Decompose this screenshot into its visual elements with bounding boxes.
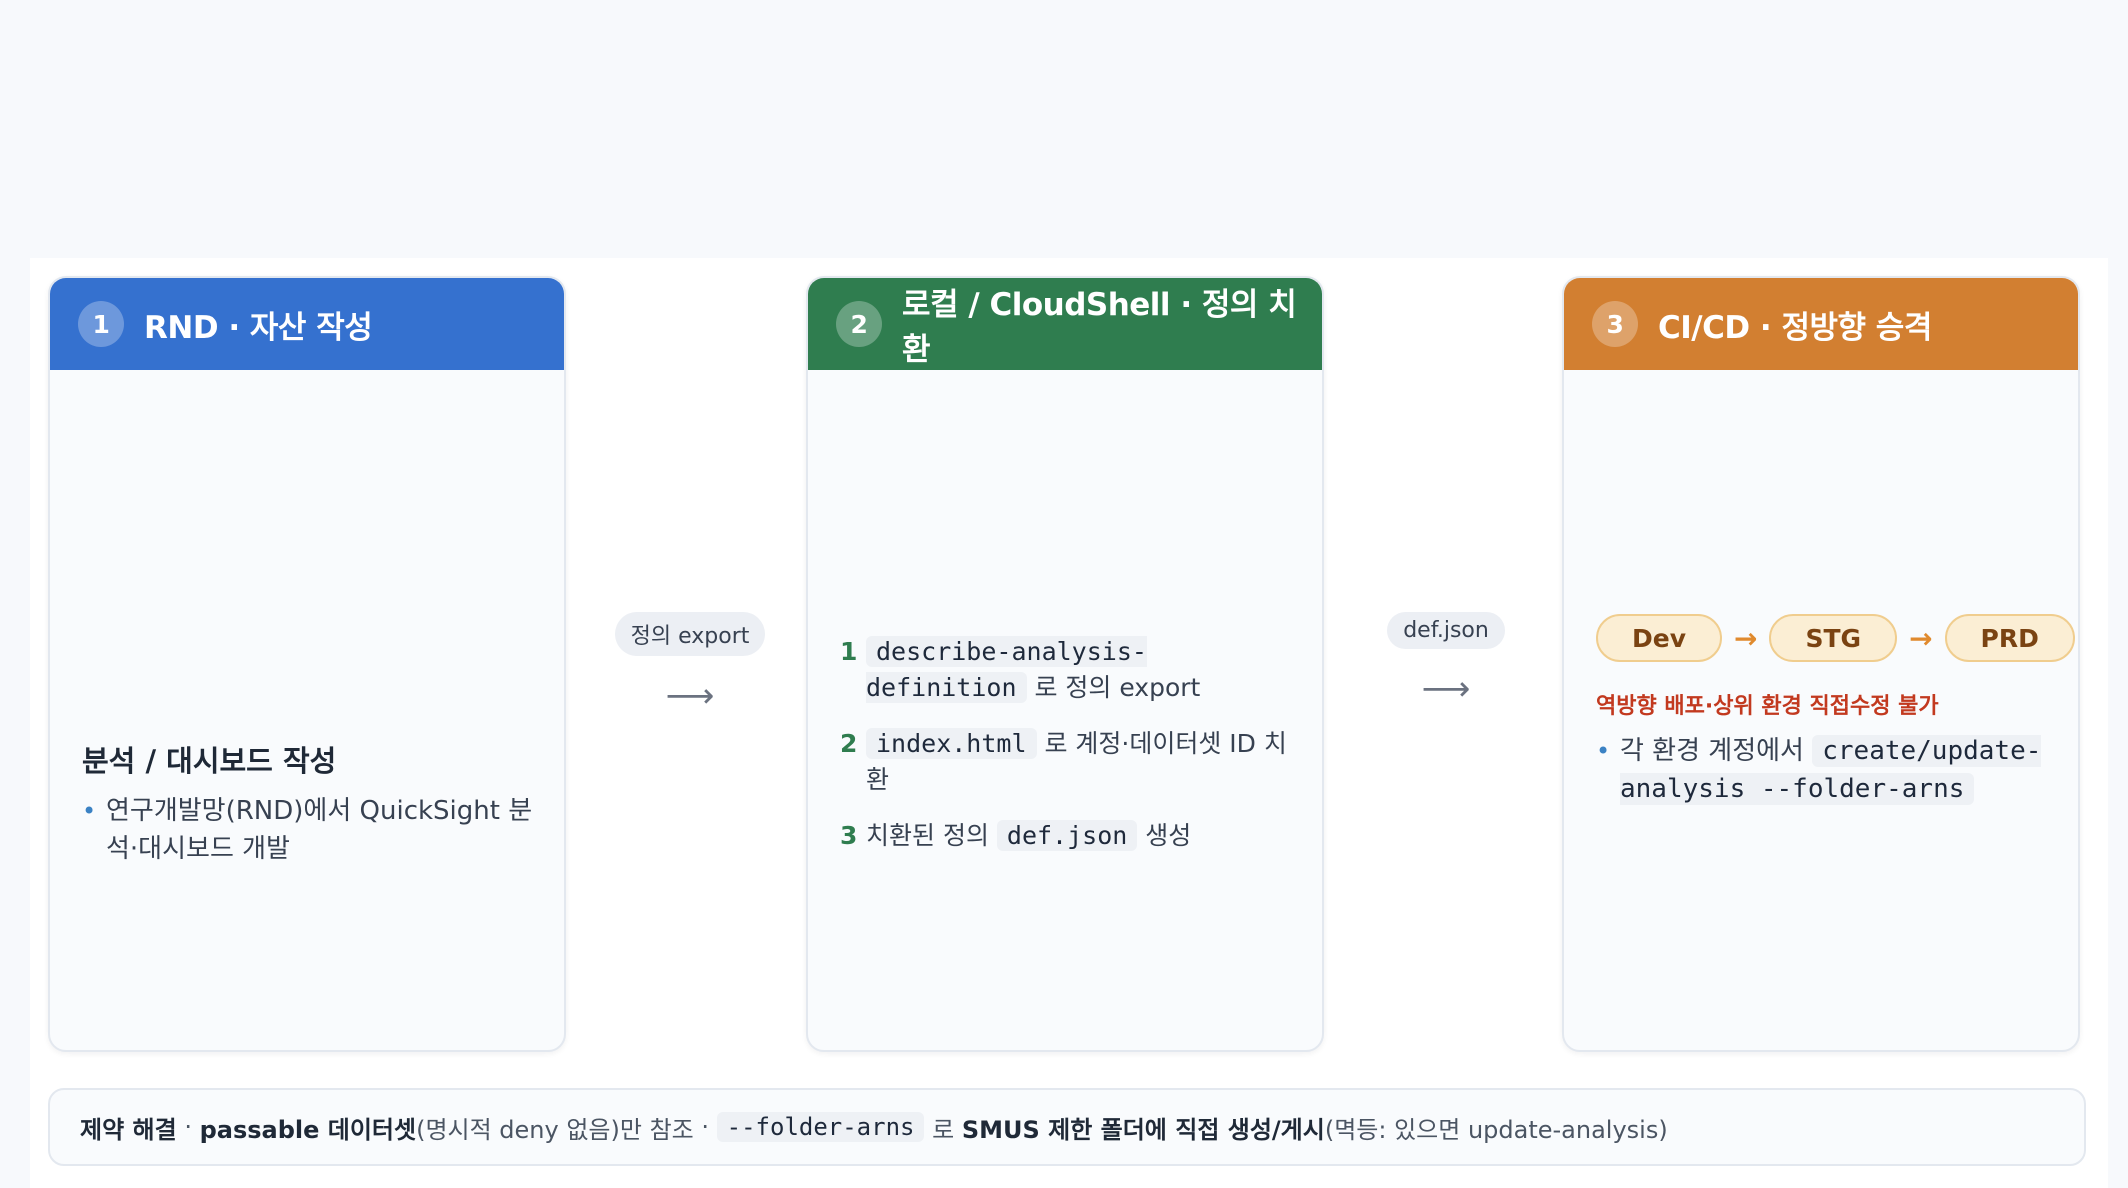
card-rnd-asset: 1 RND · 자산 작성 분석 / 대시보드 작성 • 연구개발망(RND)에…: [48, 276, 566, 1052]
inline-code: index.html: [866, 728, 1037, 759]
step-item: 2 index.html 로 계정·데이터셋 ID 치환: [840, 728, 1287, 794]
bullet-text: 연구개발망(RND)에서 QuickSight 분석·대시보드 개발: [106, 796, 533, 864]
step-number-badge: 2: [836, 301, 882, 347]
step-list: 1 describe-analysis-definition 로 정의 expo…: [840, 634, 1300, 874]
bullet-item: • 연구개발망(RND)에서 QuickSight 분석·대시보드 개발: [82, 792, 552, 868]
card-local-header: 2 로컬 / CloudShell · 정의 치환: [808, 278, 1322, 370]
bullet-dot-icon: •: [82, 797, 97, 825]
card-rnd-header: 1 RND · 자산 작성: [50, 278, 564, 370]
bullet-text: 각 환경 계정에서: [1620, 736, 1813, 766]
step-item: 1 describe-analysis-definition 로 정의 expo…: [840, 636, 1201, 703]
card-cicd-body: Dev → STG → PRD 역방향 배포·상위 환경 직접수정 불가 • 각…: [1564, 370, 2078, 1050]
card-local-body: 1 describe-analysis-definition 로 정의 expo…: [808, 370, 1322, 1050]
connector-label: def.json: [1387, 612, 1505, 649]
step-number-badge: 1: [78, 301, 124, 347]
inline-code: def.json: [996, 820, 1138, 851]
inline-code: --folder-arns: [716, 1112, 925, 1142]
arrow-right-icon: →: [1909, 621, 1933, 655]
card-local-substitution: 2 로컬 / CloudShell · 정의 치환 1 describe-ana…: [806, 276, 1324, 1052]
bullet-dot-icon: •: [1596, 737, 1611, 765]
card-rnd-title: RND · 자산 작성: [144, 309, 373, 346]
section-title: 분석 / 대시보드 작성: [82, 744, 337, 778]
right-arrow-icon: ⟶: [1421, 669, 1471, 709]
step-item: 3 치환된 정의 def.json 생성: [840, 820, 1192, 851]
arrow-right-icon: →: [1734, 621, 1758, 655]
connector-def-json: def.json ⟶: [1366, 612, 1526, 709]
card-cicd-header: 3 CI/CD · 정방향 승격: [1564, 278, 2078, 370]
card-cicd-title: CI/CD · 정방향 승격: [1658, 309, 1932, 346]
env-chip-prd: PRD: [1944, 614, 2075, 662]
card-cicd-promotion: 3 CI/CD · 정방향 승격 Dev → STG → PRD 역방향 배포·…: [1562, 276, 2080, 1052]
env-chip-stg: STG: [1769, 614, 1898, 662]
right-arrow-icon: ⟶: [665, 676, 715, 716]
env-chip-dev: Dev: [1596, 614, 1723, 662]
step-number-badge: 3: [1592, 301, 1638, 347]
card-local-title: 로컬 / CloudShell · 정의 치환: [902, 287, 1297, 368]
connector-export: 정의 export ⟶: [610, 612, 770, 716]
constraint-footer: 제약 해결 · passable 데이터셋 (명시적 deny 없음)만 참조 …: [48, 1088, 2086, 1166]
warning-text: 역방향 배포·상위 환경 직접수정 불가: [1596, 694, 1939, 719]
bullet-item: • 각 환경 계정에서 create/update-analysis --fol…: [1596, 732, 2066, 808]
environment-pipeline: Dev → STG → PRD: [1596, 614, 2075, 662]
card-rnd-body: 분석 / 대시보드 작성 • 연구개발망(RND)에서 QuickSight 분…: [50, 370, 564, 1050]
connector-label: 정의 export: [614, 612, 766, 656]
